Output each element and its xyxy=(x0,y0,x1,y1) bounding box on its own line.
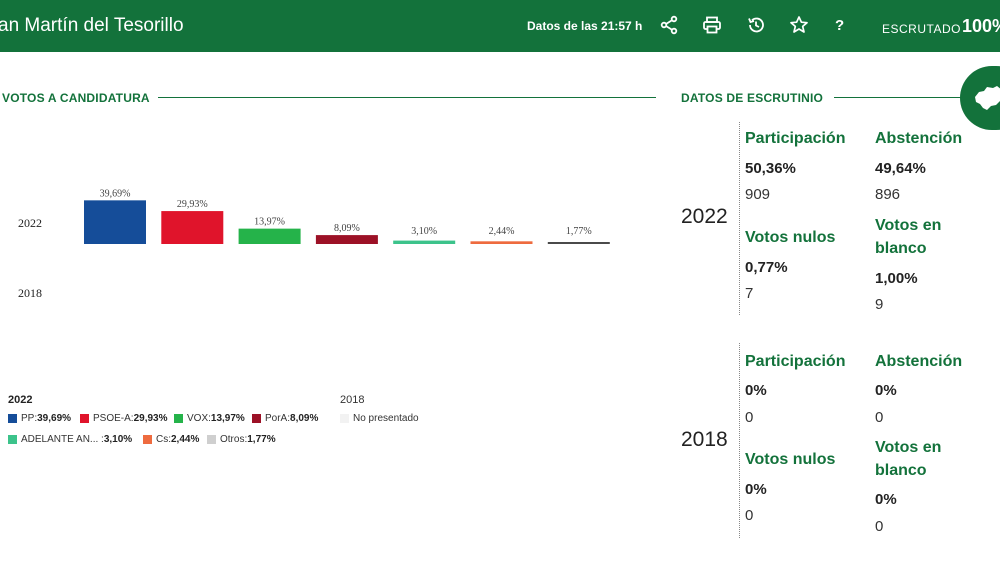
legend-party: Otros: xyxy=(220,434,248,445)
share-icon[interactable] xyxy=(658,14,680,36)
legend-swatch xyxy=(207,435,216,444)
legend-party: PSOE-A: xyxy=(93,413,134,424)
nulos-num: 7 xyxy=(745,285,754,302)
print-icon[interactable] xyxy=(701,14,723,36)
top-bar: an Martín del Tesorillo Datos de las 21:… xyxy=(0,0,1000,52)
bar-value-label: 29,93% xyxy=(177,199,208,210)
scrutiny-divider-2018 xyxy=(739,343,740,538)
legend-party: VOX: xyxy=(187,413,211,424)
bar-value-label: 2,44% xyxy=(489,226,515,237)
votes-section-title: VOTOS A CANDIDATURA xyxy=(2,91,150,105)
abstencion-num: 896 xyxy=(875,186,901,203)
legend-item-pora: PorA: 8,09% xyxy=(252,413,318,424)
participacion-pct: 0% xyxy=(745,382,767,399)
blanco-label-line2: blanco xyxy=(875,462,927,479)
legend-swatch xyxy=(8,435,17,444)
legend-item-pp: PP: 39,69% xyxy=(8,413,71,424)
page-title: an Martín del Tesorillo xyxy=(0,15,184,36)
legend-item-adelante: ADELANTE AN... :3,10% xyxy=(8,434,132,445)
bar-cs[interactable] xyxy=(470,241,533,244)
legend-swatch xyxy=(252,414,261,423)
escrutado-value: 100% xyxy=(962,16,1000,36)
nulos-label: Votos nulos xyxy=(745,229,836,246)
bar-vox[interactable] xyxy=(238,228,301,244)
bar-value-label: 13,97% xyxy=(254,217,285,228)
scrutiny-section-divider xyxy=(834,97,964,98)
legend-year-2018: 2018 xyxy=(340,394,365,406)
legend-party: Cs: xyxy=(156,434,171,445)
legend-2018-text: No presentado xyxy=(353,413,419,424)
abstencion-num: 0 xyxy=(875,409,884,426)
region-badge[interactable] xyxy=(960,66,1000,130)
legend-item-cs: Cs: 2,44% xyxy=(143,434,199,445)
legend-value: 3,10% xyxy=(103,434,133,445)
help-button[interactable]: ? xyxy=(835,17,844,34)
legend-value: 13,97% xyxy=(210,413,245,424)
legend-swatch xyxy=(8,414,17,423)
blanco-pct: 0% xyxy=(875,491,897,508)
legend-item-psoe: PSOE-A: 29,93% xyxy=(80,413,168,424)
history-icon[interactable] xyxy=(745,14,767,36)
chart-year-2018: 2018 xyxy=(18,286,42,300)
update-time: Datos de las 21:57 h xyxy=(527,19,643,33)
blanco-label-line1: Votos en xyxy=(875,217,942,234)
scrutiny-divider-2022 xyxy=(739,122,740,315)
bar-pp[interactable] xyxy=(84,200,146,244)
participacion-label: Participación xyxy=(745,130,846,147)
bar-pora[interactable] xyxy=(315,235,378,244)
legend-swatch xyxy=(80,414,89,423)
legend-swatch xyxy=(340,414,349,423)
legend-party: ADELANTE AN... : xyxy=(21,434,104,445)
scrutiny-year-2022: 2022 xyxy=(681,205,728,228)
nulos-pct: 0% xyxy=(745,481,767,498)
abstencion-label: Abstención xyxy=(875,130,963,147)
legend-swatch xyxy=(174,414,183,423)
legend-item-2018-no-presentado: No presentado xyxy=(340,413,419,424)
legend-year-2022: 2022 xyxy=(8,394,33,406)
scrutiny-section-title: DATOS DE ESCRUTINIO xyxy=(681,91,824,105)
nulos-label: Votos nulos xyxy=(745,451,836,468)
bar-value-label: 8,09% xyxy=(334,223,360,234)
participacion-label: Participación xyxy=(745,353,846,370)
legend-swatch xyxy=(143,435,152,444)
nulos-pct: 0,77% xyxy=(745,259,788,276)
bar-otros[interactable] xyxy=(547,242,610,244)
blanco-num: 9 xyxy=(875,296,884,313)
bar-psoe-a[interactable] xyxy=(161,211,224,244)
abstencion-label: Abstención xyxy=(875,353,963,370)
chart-year-2022: 2022 xyxy=(18,216,42,230)
bar-value-label: 39,69% xyxy=(100,188,131,199)
bar-value-label: 3,10% xyxy=(411,226,437,237)
legend-party: PorA: xyxy=(265,413,291,424)
votes-section-divider xyxy=(158,97,656,98)
legend-item-vox: VOX: 13,97% xyxy=(174,413,245,424)
participacion-num: 909 xyxy=(745,186,771,203)
bar-adelante-an-[interactable] xyxy=(393,240,456,244)
blanco-pct: 1,00% xyxy=(875,270,918,287)
legend-value: 29,93% xyxy=(133,413,168,424)
star-icon[interactable] xyxy=(788,14,810,36)
bar-value-label: 1,77% xyxy=(566,226,592,237)
blanco-num: 0 xyxy=(875,518,884,535)
abstencion-pct: 49,64% xyxy=(875,160,926,177)
legend-value: 39,69% xyxy=(37,413,72,424)
votes-bar-chart: 2022 2018 39,69% 29,93% 13,97% 8,09% 3,10% 2,… xyxy=(18,188,610,300)
andalusia-map-icon xyxy=(975,86,1000,110)
legend-value: 8,09% xyxy=(290,413,319,424)
escrutado-label: ESCRUTADO xyxy=(882,22,961,36)
scrutiny-year-2018: 2018 xyxy=(681,428,728,451)
legend-value: 1,77% xyxy=(247,434,276,445)
blanco-label-line2: blanco xyxy=(875,240,927,257)
legend-item-otros: Otros: 1,77% xyxy=(207,434,276,445)
blanco-label-line1: Votos en xyxy=(875,439,942,456)
abstencion-pct: 0% xyxy=(875,382,897,399)
nulos-num: 0 xyxy=(745,507,754,524)
participacion-num: 0 xyxy=(745,409,754,426)
legend-party: PP: xyxy=(21,413,38,424)
legend-value: 2,44% xyxy=(171,434,200,445)
participacion-pct: 50,36% xyxy=(745,160,796,177)
